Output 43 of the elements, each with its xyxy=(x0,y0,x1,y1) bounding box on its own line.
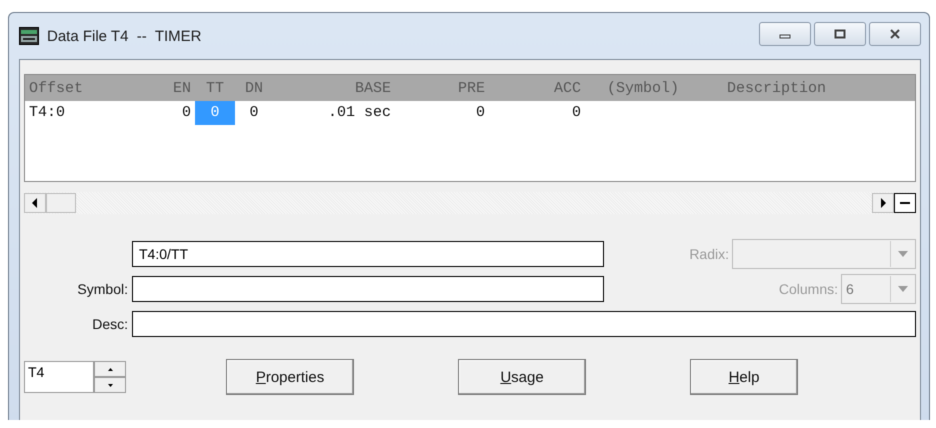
column-header: BASE xyxy=(354,80,391,96)
table-cell[interactable]: 0 xyxy=(249,101,258,125)
maximize-button[interactable] xyxy=(814,22,866,46)
dialog-button[interactable]: Properties xyxy=(226,359,354,395)
dialog-button[interactable]: Help xyxy=(690,359,798,395)
minus-icon xyxy=(900,202,910,204)
column-header: EN xyxy=(172,80,191,96)
column-header: TT xyxy=(204,80,225,96)
left-arrow-icon xyxy=(32,198,38,208)
restore-icon xyxy=(834,29,846,39)
description-field[interactable] xyxy=(132,310,916,336)
column-header: PRE xyxy=(456,80,485,96)
table-cell[interactable]: T4:0 xyxy=(29,101,66,125)
right-arrow-icon xyxy=(880,198,886,208)
scroll-thumb[interactable] xyxy=(46,193,76,213)
columns-label: Columns: xyxy=(778,280,839,296)
column-header: (Symbol) xyxy=(606,80,680,96)
file-field[interactable]: T4 xyxy=(24,361,94,393)
table-cell[interactable]: 0 xyxy=(182,101,191,125)
desc-label: Desc: xyxy=(91,316,129,332)
column-header: Offset xyxy=(29,80,84,96)
horizontal-scrollbar[interactable] xyxy=(24,192,916,214)
down-arrow-icon xyxy=(108,384,112,386)
app-icon xyxy=(19,27,39,45)
table-cell[interactable]: .01 sec xyxy=(328,101,391,125)
close-button[interactable] xyxy=(869,22,921,46)
symbol-field[interactable] xyxy=(132,276,604,302)
column-header: DN xyxy=(244,80,264,96)
address-field[interactable]: T4:0/TT xyxy=(132,240,604,266)
scroll-right-button[interactable] xyxy=(872,193,894,213)
table-cell[interactable]: 0 xyxy=(476,101,485,125)
column-header: Description xyxy=(727,80,828,96)
dialog-button[interactable]: Usage xyxy=(458,359,586,395)
minimize-button[interactable] xyxy=(759,22,811,46)
window-title: Data File T4 -- TIMER xyxy=(47,28,202,44)
radix-label: Radix: xyxy=(689,246,730,262)
up-arrow-icon xyxy=(108,368,112,370)
collapse-button[interactable] xyxy=(894,193,916,213)
symbol-label: Symbol: xyxy=(76,280,129,296)
scroll-left-button[interactable] xyxy=(24,193,46,213)
close-icon xyxy=(889,29,901,39)
table-cell[interactable]: 0 xyxy=(572,101,581,125)
column-header: ACC xyxy=(552,80,581,96)
